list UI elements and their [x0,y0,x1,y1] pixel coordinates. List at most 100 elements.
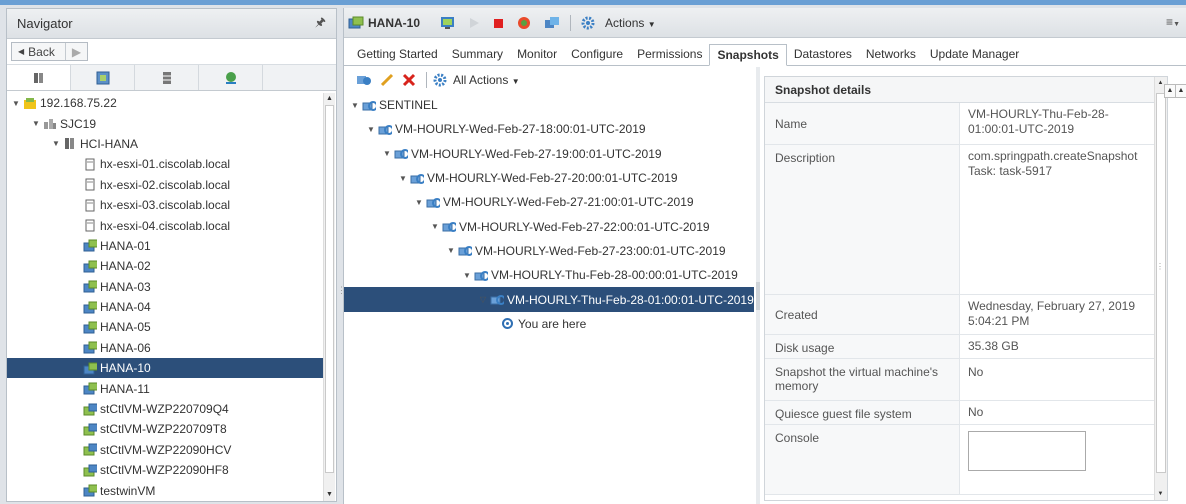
details-value: No [968,405,984,419]
expand-toggle-icon[interactable]: ▼ [430,222,440,231]
migrate-icon[interactable] [544,16,560,30]
tab-networks[interactable]: Networks [859,43,923,65]
scroll-down-icon[interactable]: ▼ [1155,488,1166,500]
tree-item[interactable]: HANA-06 [7,338,323,358]
reset-icon[interactable] [516,16,532,30]
snapshot-item[interactable]: ▼ VM-HOURLY-Wed-Feb-27-22:00:01-UTC-2019 [344,214,754,238]
delete-x-icon[interactable] [402,73,416,87]
tab-networking[interactable] [199,65,263,90]
tree-item-label: testwinVM [100,483,156,498]
tree-item[interactable]: ▼ 192.168.75.22 [7,93,323,113]
expand-toggle-icon[interactable]: ▼ [462,271,472,280]
expand-toggle-icon[interactable]: ▼ [382,149,392,158]
expand-toggle-icon[interactable]: ▼ [366,125,376,134]
tree-item[interactable]: HANA-01 [7,236,323,256]
actions-menu[interactable]: Actions ▼ [605,16,656,30]
vm-icon [83,260,97,273]
power-off-icon[interactable] [492,16,504,30]
tree-item[interactable]: testwinVM [7,480,323,499]
expand-icon[interactable]: ▲ [1175,84,1186,98]
tree-item[interactable]: HANA-04 [7,297,323,317]
details-scroll-thumb[interactable] [1156,93,1166,473]
console-thumbnail[interactable] [968,431,1086,471]
details-row: Quiesce guest file system No [765,401,1167,425]
snapshot-icon [394,147,408,160]
tab-datastores[interactable]: Datastores [787,43,859,65]
expand-toggle-icon[interactable]: ▽ [478,295,488,304]
tree-item[interactable]: stCtlVM-WZP220709T8 [7,419,323,439]
tree-item[interactable]: ▼ HCI-HANA [7,134,323,154]
tab-snapshots[interactable]: Snapshots [709,44,787,66]
back-arrow-icon: ◀ [18,47,25,56]
snapshot-item[interactable]: ▼ VM-HOURLY-Thu-Feb-28-00:00:01-UTC-2019 [344,263,754,287]
chevron-down-icon: ▼ [511,77,520,86]
expand-toggle-icon[interactable]: ▼ [414,198,424,207]
expand-toggle-icon[interactable]: ▼ [398,174,408,183]
snapshot-item[interactable]: ▼ SENTINEL [344,93,754,117]
all-actions-menu[interactable]: All Actions ▼ [453,73,520,87]
tab-getting-started[interactable]: Getting Started [350,43,445,65]
manage-snapshots-icon[interactable] [356,73,372,87]
tree-item-label: hx-esxi-04.ciscolab.local [100,218,231,233]
datacenter-icon [43,117,57,130]
tab-hosts-clusters[interactable] [7,65,71,90]
tab-monitor[interactable]: Monitor [510,43,564,65]
tree-item[interactable]: HANA-03 [7,277,323,297]
scroll-thumb[interactable] [325,105,334,473]
vcenter-icon [23,97,37,110]
edit-pencil-icon[interactable] [380,73,394,87]
tree-item[interactable]: hx-esxi-01.ciscolab.local [7,154,323,174]
snapshot-item[interactable]: ▽ VM-HOURLY-Thu-Feb-28-01:00:01-UTC-2019 [344,287,754,312]
expand-toggle-icon[interactable]: ▼ [11,99,21,108]
details-scrollbar[interactable]: ▲ ⋮⋮ ▼ [1154,77,1167,500]
snapshot-item[interactable]: ▼ VM-HOURLY-Wed-Feb-27-19:00:01-UTC-2019 [344,142,754,166]
scroll-down-icon[interactable]: ▼ [324,489,335,501]
details-key: Quiesce guest file system [765,401,960,424]
expand-toggle-icon[interactable]: ▼ [350,101,360,110]
snapshot-item[interactable]: ▼ VM-HOURLY-Wed-Feb-27-21:00:01-UTC-2019 [344,190,754,214]
expand-toggle-icon[interactable]: ▼ [51,139,61,148]
scroll-up-icon[interactable]: ▲ [324,93,335,105]
tab-permissions[interactable]: Permissions [630,43,709,65]
tree-item[interactable]: stCtlVM-WZP220709Q4 [7,399,323,419]
tree-item-label: HANA-05 [100,320,151,335]
snapshot-item[interactable]: ▼ VM-HOURLY-Wed-Feb-27-18:00:01-UTC-2019 [344,117,754,141]
tab-configure[interactable]: Configure [564,43,630,65]
vm-title: HANA-10 [368,15,421,30]
tree-item[interactable]: hx-esxi-04.ciscolab.local [7,215,323,235]
tree-item[interactable]: hx-esxi-02.ciscolab.local [7,175,323,195]
snapshot-label: VM-HOURLY-Wed-Feb-27-21:00:01-UTC-2019 [443,195,694,210]
tree-item[interactable]: stCtlVM-WZP22090HCV [7,440,323,460]
snapshot-item[interactable]: ▼ VM-HOURLY-Wed-Feb-27-23:00:01-UTC-2019 [344,239,754,263]
tree-item[interactable]: stCtlVM-WZP22090HF8 [7,460,323,480]
tab-update-manager[interactable]: Update Manager [923,43,1026,65]
expand-toggle-icon[interactable]: ▼ [446,246,456,255]
hosts-clusters-icon [33,72,43,83]
snapshot-item[interactable]: ▼ VM-HOURLY-Wed-Feb-27-20:00:01-UTC-2019 [344,166,754,190]
tab-storage[interactable] [135,65,199,90]
snapshot-label: VM-HOURLY-Thu-Feb-28-01:00:01-UTC-2019 [507,292,754,307]
vm-icon [83,301,97,314]
tab-vms-templates[interactable] [71,65,135,90]
top-accent-bar [0,0,1186,5]
tree-item[interactable]: ▼ SJC19 [7,113,323,133]
panel-menu-icon[interactable]: ≡▼ [1166,15,1180,29]
details-row: Name VM-HOURLY-Thu-Feb-28-01:00:01-UTC-20… [765,103,1167,145]
panel-splitter[interactable] [756,67,760,504]
navigator-panel: Navigator 🖈︎ ◀ Back ▶ ▼ 192.168.75.22 ▼ SJC1… [6,8,337,502]
tree-item[interactable]: HANA-02 [7,256,323,276]
pin-icon[interactable]: 🖈︎ [315,13,326,34]
expand-toggle-icon[interactable]: ▼ [31,119,41,128]
forward-button[interactable]: ▶ [66,43,87,60]
navigator-scrollbar[interactable]: ▲ ▼ [323,93,335,501]
tree-item[interactable]: HANA-05 [7,317,323,337]
tree-item[interactable]: HANA-10 [7,358,323,379]
you-are-here-marker[interactable]: You are here [344,312,754,336]
console-icon[interactable] [440,16,456,30]
inventory-tree: ▼ 192.168.75.22 ▼ SJC19 ▼ HCI-HANA hx-esxi-01.… [7,93,323,499]
tree-item[interactable]: hx-esxi-03.ciscolab.local [7,195,323,215]
tree-item[interactable]: HANA-11 [7,378,323,398]
back-button[interactable]: ◀ Back ▶ [11,42,89,61]
power-on-icon[interactable] [468,16,480,30]
tab-summary[interactable]: Summary [445,43,510,65]
